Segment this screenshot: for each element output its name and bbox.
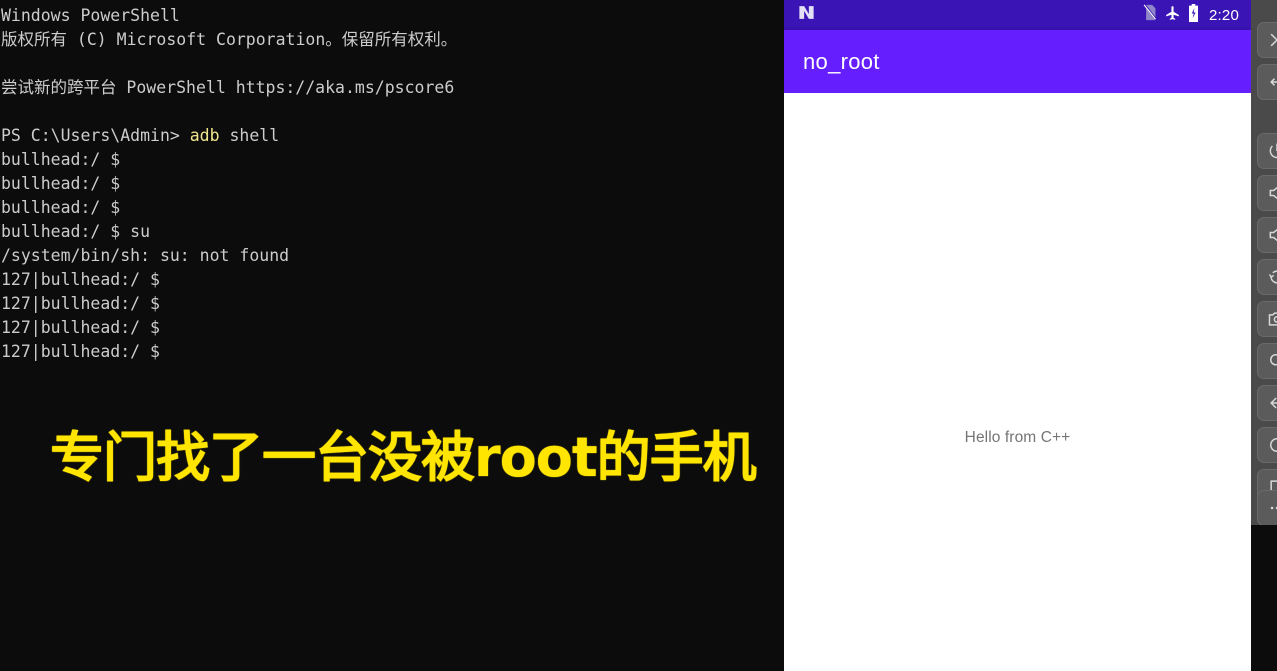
terminal-line: 127|bullhead:/ $: [1, 318, 160, 337]
camera-icon: [1267, 309, 1277, 329]
window-minimize-icon: [1267, 72, 1277, 92]
terminal-line: bullhead:/ $: [1, 198, 121, 217]
app-bar-title: no_root: [803, 48, 880, 74]
terminal-line: 127|bullhead:/ $: [1, 270, 160, 289]
close-button[interactable]: [1257, 22, 1277, 58]
terminal-line: 版权所有 (C) Microsoft Corporation。保留所有权利。: [1, 30, 458, 49]
status-bar-right-icons: 2:20: [1142, 3, 1239, 27]
android-status-bar: 2:20: [784, 0, 1251, 30]
power-button[interactable]: [1257, 133, 1277, 169]
terminal-line: bullhead:/ $ su: [1, 222, 151, 241]
terminal-line: 127|bullhead:/ $: [1, 342, 160, 361]
status-bar-clock: 2:20: [1209, 6, 1239, 24]
back-button[interactable]: [1257, 385, 1277, 421]
screenshot-root: Windows PowerShell 版权所有 (C) Microsoft Cor…: [0, 0, 1277, 671]
android-emulator-screen[interactable]: 2:20 no_root Hello from C++: [784, 0, 1251, 671]
zoom-button[interactable]: [1257, 343, 1277, 379]
terminal-line: /system/bin/sh: su: not found: [1, 246, 290, 265]
rotate-left-icon: [1267, 267, 1277, 287]
terminal-line: 127|bullhead:/ $: [1, 294, 160, 313]
terminal-line: bullhead:/ $: [1, 150, 121, 169]
volume-down-icon: [1267, 225, 1277, 245]
terminal-prompt: PS C:\Users\Admin>: [1, 126, 190, 145]
ellipsis-icon: [1267, 498, 1277, 518]
battery-charging-icon: [1188, 3, 1199, 27]
android-n-logo-icon: [797, 3, 816, 27]
volume-up-button[interactable]: [1257, 175, 1277, 211]
terminal-command-token: adb: [189, 126, 220, 145]
no-sim-icon: [1142, 3, 1157, 26]
terminal-output: Windows PowerShell 版权所有 (C) Microsoft Cor…: [0, 4, 784, 364]
home-button[interactable]: [1257, 427, 1277, 463]
app-bar: no_root: [784, 30, 1251, 93]
minimize-button[interactable]: [1257, 64, 1277, 100]
back-arrow-icon: [1267, 393, 1277, 413]
power-icon: [1267, 141, 1277, 161]
powershell-terminal-window[interactable]: Windows PowerShell 版权所有 (C) Microsoft Cor…: [0, 0, 784, 671]
airplane-mode-icon: [1164, 4, 1181, 26]
magnifier-icon: [1267, 351, 1277, 371]
terminal-line: bullhead:/ $: [1, 174, 121, 193]
terminal-command-args: shell: [219, 126, 280, 145]
caption-overlay-text: 专门找了一台没被root的手机: [50, 426, 757, 489]
terminal-line: Windows PowerShell: [1, 6, 180, 25]
app-content-area[interactable]: Hello from C++: [784, 93, 1251, 671]
home-circle-icon: [1267, 435, 1277, 455]
hello-from-cpp-label: Hello from C++: [964, 429, 1071, 446]
emulator-side-toolbar[interactable]: [1251, 0, 1277, 525]
more-button[interactable]: [1257, 490, 1277, 525]
terminal-line: 尝试新的跨平台 PowerShell https://aka.ms/pscore…: [1, 78, 455, 97]
screenshot-button[interactable]: [1257, 301, 1277, 337]
status-bar-left-icons: [797, 3, 816, 27]
window-close-icon: [1267, 30, 1277, 50]
volume-up-icon: [1267, 183, 1277, 203]
rotate-left-button[interactable]: [1257, 259, 1277, 295]
terminal-line: PS C:\Users\Admin> adb shell: [0, 124, 784, 148]
volume-down-button[interactable]: [1257, 217, 1277, 253]
